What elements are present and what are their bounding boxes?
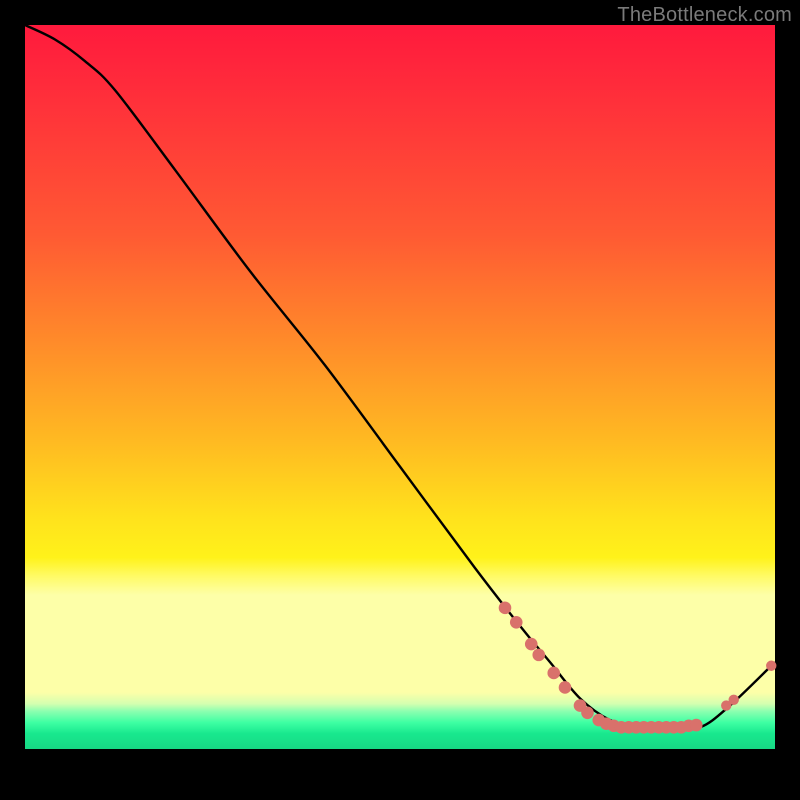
marker-layer [499,602,777,734]
data-marker [525,638,538,651]
plot-frame [25,25,775,775]
watermark-text: TheBottleneck.com [617,4,792,27]
data-marker [581,707,594,720]
data-marker [729,695,739,705]
curve-layer [25,25,775,729]
data-marker [499,602,512,615]
data-marker [547,667,560,680]
plot-svg [25,25,775,775]
data-marker [690,719,703,732]
data-marker [559,681,572,694]
data-marker [766,661,776,671]
data-marker [510,616,523,629]
data-marker [532,649,545,662]
bottleneck-curve [25,25,775,729]
